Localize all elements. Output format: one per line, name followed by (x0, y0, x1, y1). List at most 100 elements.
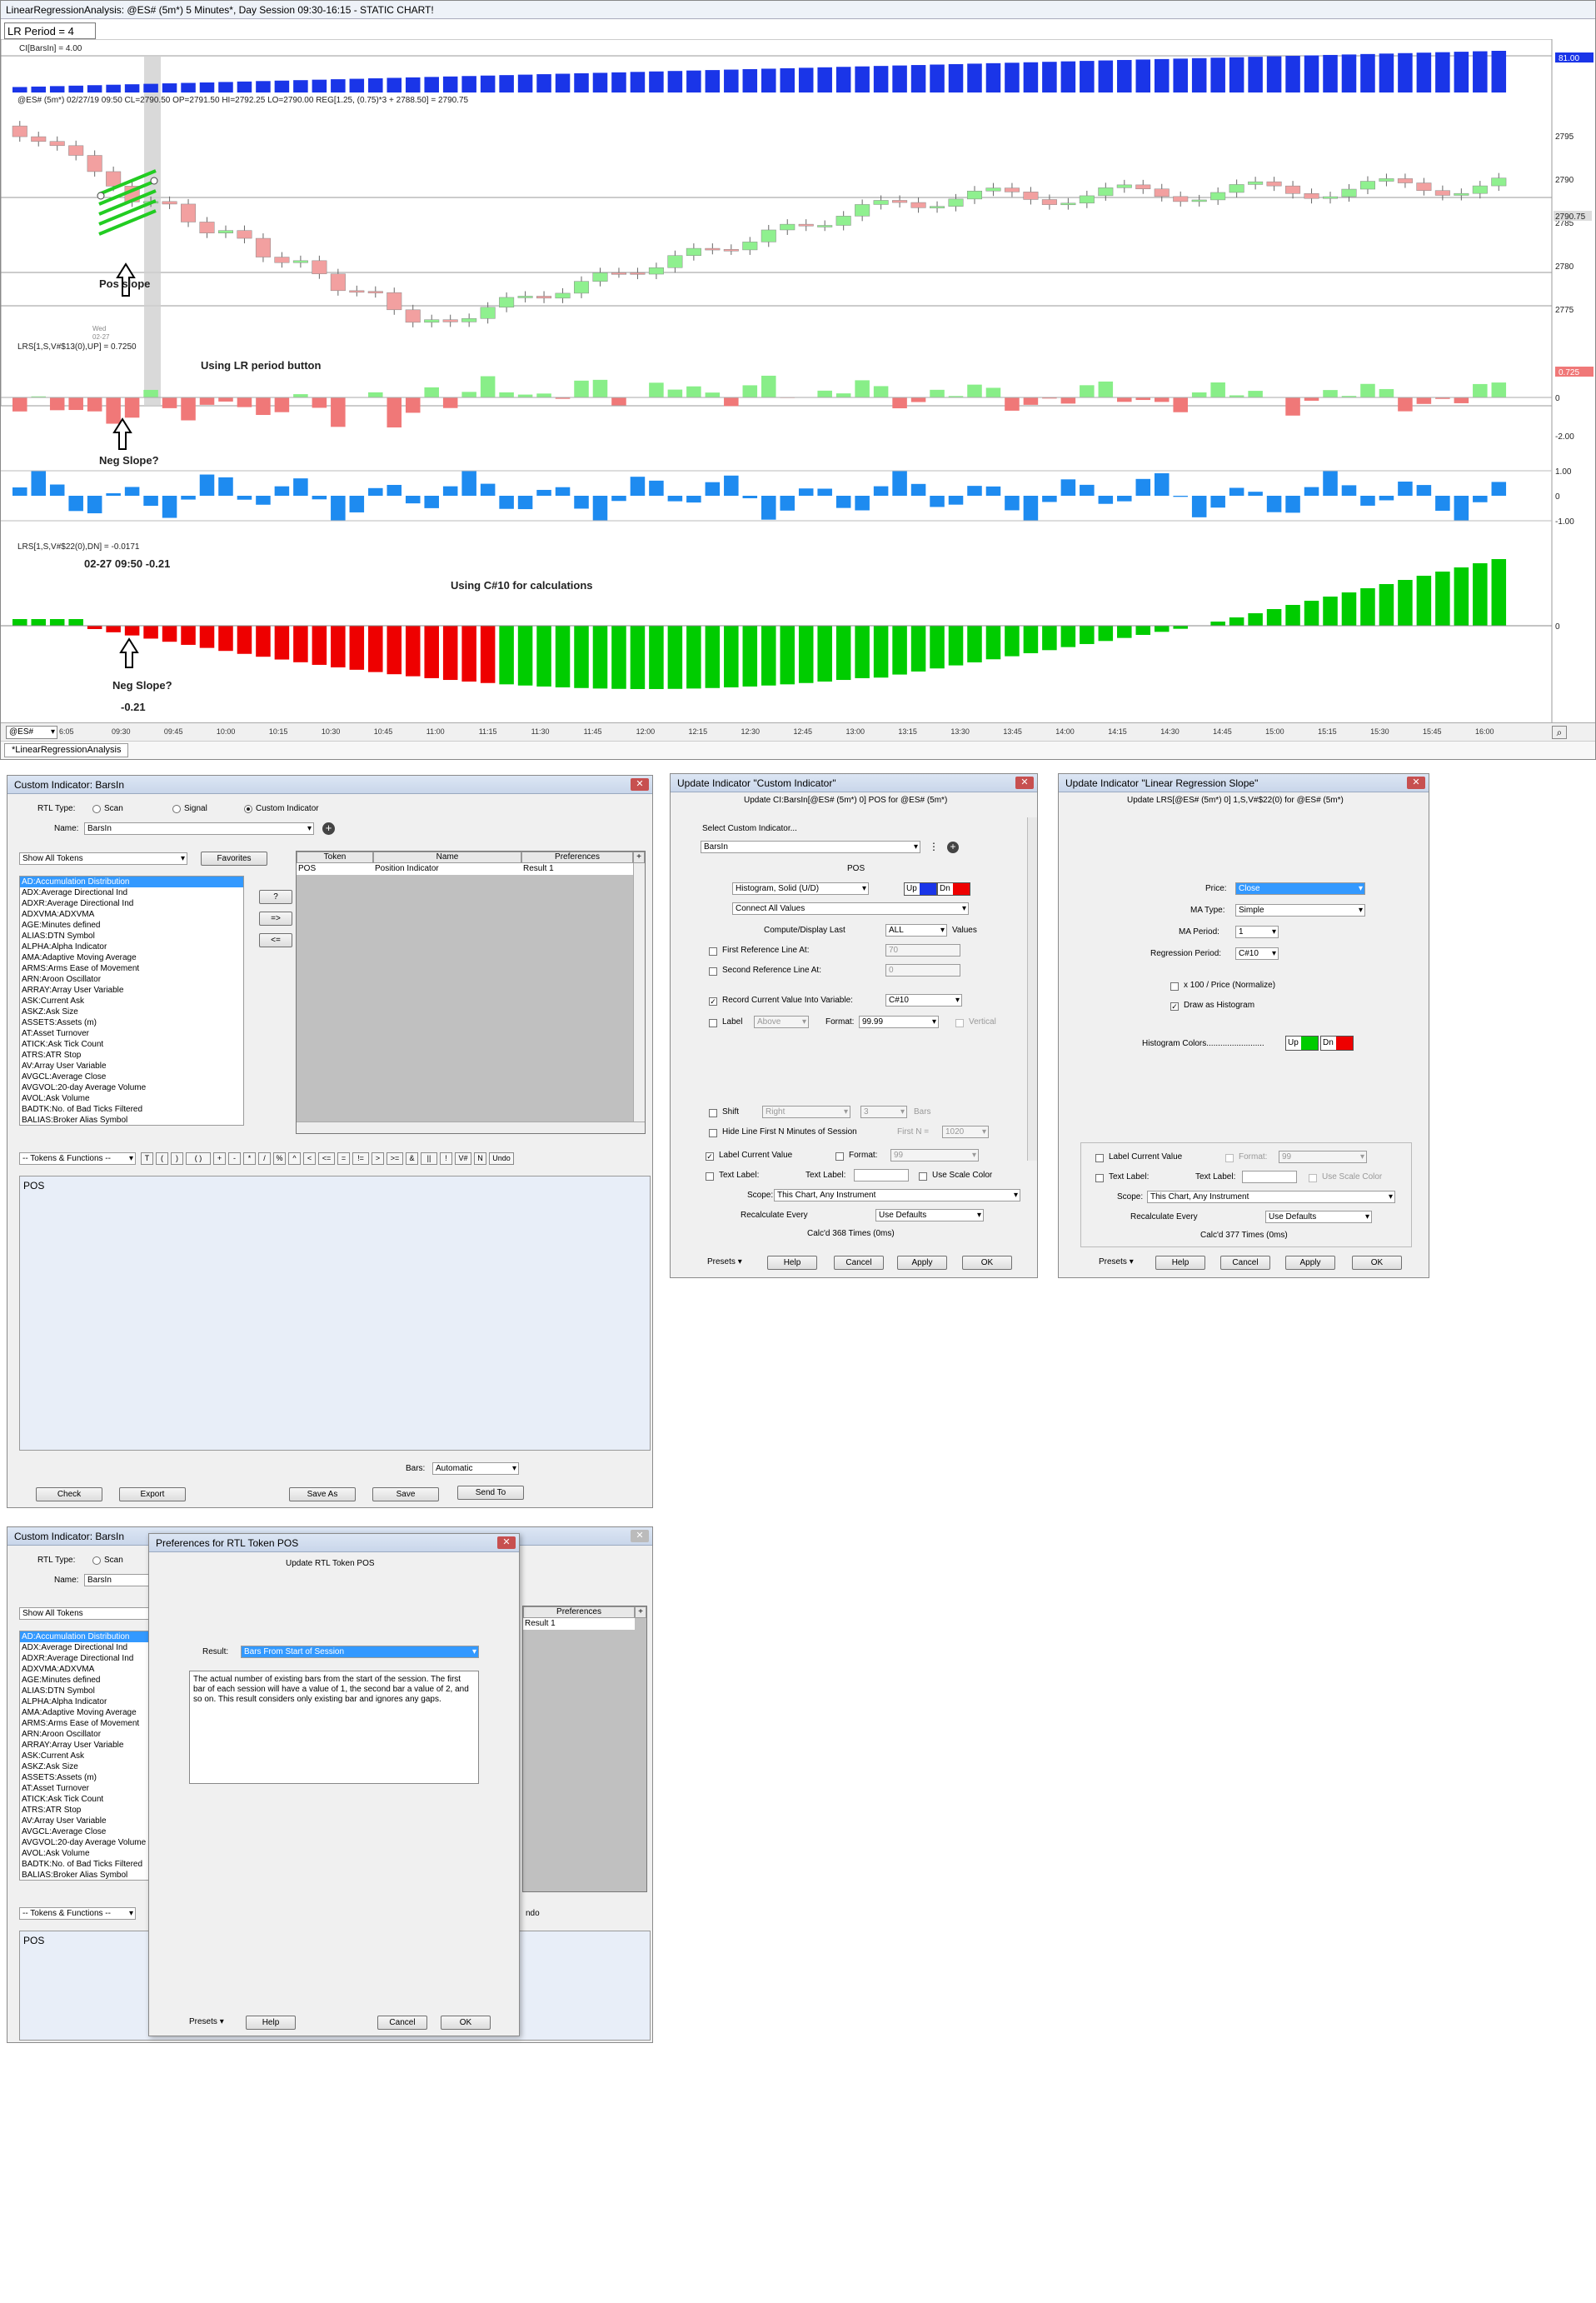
ok-button[interactable]: OK (441, 2016, 491, 2030)
first-ref-checkbox[interactable] (709, 947, 717, 956)
token-list-item[interactable]: ARMS:Arms Ease of Movement (20, 963, 243, 974)
shift-bars-select[interactable]: 3 (860, 1106, 907, 1118)
operator-button[interactable]: < (303, 1152, 316, 1165)
presets-menu[interactable]: Presets ▾ (1099, 1257, 1134, 1266)
record-variable-select[interactable]: C#10 (885, 994, 962, 1007)
format2-select[interactable]: 99 (890, 1149, 979, 1161)
chart-canvas[interactable]: 81.00 CI[BarsIn] = 4.00 @ES# (5m*) 02/27/1… (1, 39, 1595, 722)
text-label-checkbox[interactable] (1095, 1174, 1104, 1182)
recalc-select[interactable]: Use Defaults (875, 1209, 984, 1221)
token-list-item[interactable]: ASK:Current Ask (20, 1751, 157, 1761)
operator-button[interactable]: >= (387, 1152, 403, 1165)
reg-period-select[interactable]: C#10 (1235, 947, 1279, 960)
lr-period-box[interactable]: LR Period = 4 (4, 22, 96, 39)
close-icon[interactable]: ✕ (1407, 777, 1425, 789)
operator-button[interactable]: != (352, 1152, 369, 1165)
name-select[interactable]: BarsIn (84, 1574, 156, 1586)
token-list-item[interactable]: ADXR:Average Directional Ind (20, 898, 243, 909)
operator-button[interactable]: ^ (288, 1152, 301, 1165)
token-list-item[interactable]: ADXVMA:ADXVMA (20, 909, 243, 920)
bars-select[interactable]: Automatic (432, 1462, 519, 1475)
presets-menu[interactable]: Presets ▾ (189, 2017, 224, 2026)
token-list-item[interactable]: AV:Array User Variable (20, 1816, 157, 1826)
add-token-button[interactable]: => (259, 912, 292, 926)
more-vertical-icon[interactable]: ⋮ (929, 841, 939, 852)
token-list-item[interactable]: ADXR:Average Directional Ind (20, 1653, 157, 1664)
token-list-item[interactable]: BADTK:No. of Bad Ticks Filtered (20, 1104, 243, 1115)
token-list-item[interactable]: AV:Array User Variable (20, 1061, 243, 1072)
second-ref-input[interactable]: 0 (885, 964, 960, 977)
close-icon[interactable]: ✕ (631, 1530, 649, 1542)
symbol-select[interactable]: @ES# ▾ (6, 726, 57, 739)
token-list-item[interactable]: ADX:Average Directional Ind (20, 1642, 157, 1653)
add-row-icon[interactable]: + (635, 1606, 646, 1618)
token-list-item[interactable]: AVGCL:Average Close (20, 1072, 243, 1082)
close-icon[interactable]: ✕ (497, 1536, 516, 1549)
add-circle-icon[interactable]: + (322, 822, 335, 835)
format2-checkbox[interactable] (835, 1152, 844, 1161)
record-value-checkbox[interactable]: ✓ (709, 997, 717, 1006)
cancel-button[interactable]: Cancel (834, 1256, 884, 1270)
connect-select[interactable]: Connect All Values (732, 902, 969, 915)
cancel-button[interactable]: Cancel (377, 2016, 427, 2030)
operator-button[interactable]: - (228, 1152, 241, 1165)
token-list-item[interactable]: ARRAY:Array User Variable (20, 985, 243, 996)
operator-button[interactable]: > (372, 1152, 384, 1165)
rtl-custom-indicator-radio[interactable] (244, 805, 252, 813)
add-circle-icon[interactable]: + (947, 842, 959, 853)
operator-button[interactable]: / (258, 1152, 271, 1165)
apply-button[interactable]: Apply (897, 1256, 947, 1270)
scope-select[interactable]: This Chart, Any Instrument (774, 1189, 1020, 1201)
help-button[interactable]: Help (767, 1256, 817, 1270)
close-icon[interactable]: ✕ (631, 778, 649, 791)
operator-button[interactable]: <= (318, 1152, 335, 1165)
token-list-item[interactable]: ASSETS:Assets (m) (20, 1772, 157, 1783)
ma-type-select[interactable]: Simple (1235, 904, 1365, 917)
label-position-select[interactable]: Above (754, 1016, 809, 1028)
token-list-item[interactable]: ADX:Average Directional Ind (20, 887, 243, 898)
token-list-item[interactable]: ASSETS:Assets (m) (20, 1017, 243, 1028)
recalc-select[interactable]: Use Defaults (1265, 1211, 1372, 1223)
token-list-item[interactable]: ATICK:Ask Tick Count (20, 1794, 157, 1805)
token-list-item[interactable]: ALIAS:DTN Symbol (20, 931, 243, 942)
token-list-item[interactable]: ATRS:ATR Stop (20, 1050, 243, 1061)
text-label-input[interactable] (854, 1169, 909, 1181)
ma-period-select[interactable]: 1 (1235, 926, 1279, 938)
token-list-item[interactable]: BALIAS:Broker Alias Symbol (20, 1115, 243, 1125)
rtl-scan-radio[interactable] (92, 805, 101, 813)
presets-menu[interactable]: Presets ▾ (707, 1257, 742, 1266)
hide-line-checkbox[interactable] (709, 1129, 717, 1137)
token-list-item[interactable]: ALIAS:DTN Symbol (20, 1686, 157, 1696)
favorites-button[interactable]: Favorites (201, 852, 267, 866)
token-list-item[interactable]: ATRS:ATR Stop (20, 1805, 157, 1816)
operator-button[interactable]: % (273, 1152, 286, 1165)
rtl-scan-radio[interactable] (92, 1556, 101, 1565)
text-label-input[interactable] (1242, 1171, 1297, 1183)
operator-button[interactable]: T (141, 1152, 153, 1165)
rtl-signal-radio[interactable] (172, 805, 181, 813)
operator-button[interactable]: N (474, 1152, 486, 1165)
help-token-button[interactable]: ? (259, 890, 292, 904)
save-as-button[interactable]: Save As (289, 1487, 356, 1501)
up-color-swatch[interactable]: Up (904, 882, 937, 896)
apply-button[interactable]: Apply (1285, 1256, 1335, 1270)
tokens-functions-select[interactable]: -- Tokens & Functions -- (19, 1152, 136, 1165)
token-list-item[interactable]: AVOL:Ask Volume (20, 1093, 243, 1104)
use-scale-color-checkbox[interactable] (919, 1172, 927, 1181)
format-select[interactable]: 99 (1279, 1151, 1367, 1163)
label-current-checkbox[interactable] (1095, 1154, 1104, 1162)
remove-token-button[interactable]: <= (259, 933, 292, 947)
token-list-item[interactable]: AD:Accumulation Distribution (20, 877, 243, 887)
shift-checkbox[interactable] (709, 1109, 717, 1117)
preferences-column-header[interactable]: Preferences (523, 1606, 635, 1618)
format-select[interactable]: 99.99 (859, 1016, 939, 1028)
ok-button[interactable]: OK (962, 1256, 1012, 1270)
undo-button-partial[interactable]: ndo (526, 1909, 540, 1918)
token-list-item[interactable]: ARN:Aroon Oscillator (20, 974, 243, 985)
add-row-icon[interactable]: + (633, 852, 645, 863)
operator-button[interactable]: || (421, 1152, 437, 1165)
operator-button[interactable]: ( (156, 1152, 168, 1165)
token-list-item[interactable]: AVOL:Ask Volume (20, 1848, 157, 1859)
help-button[interactable]: Help (1155, 1256, 1205, 1270)
label-checkbox[interactable] (709, 1019, 717, 1027)
